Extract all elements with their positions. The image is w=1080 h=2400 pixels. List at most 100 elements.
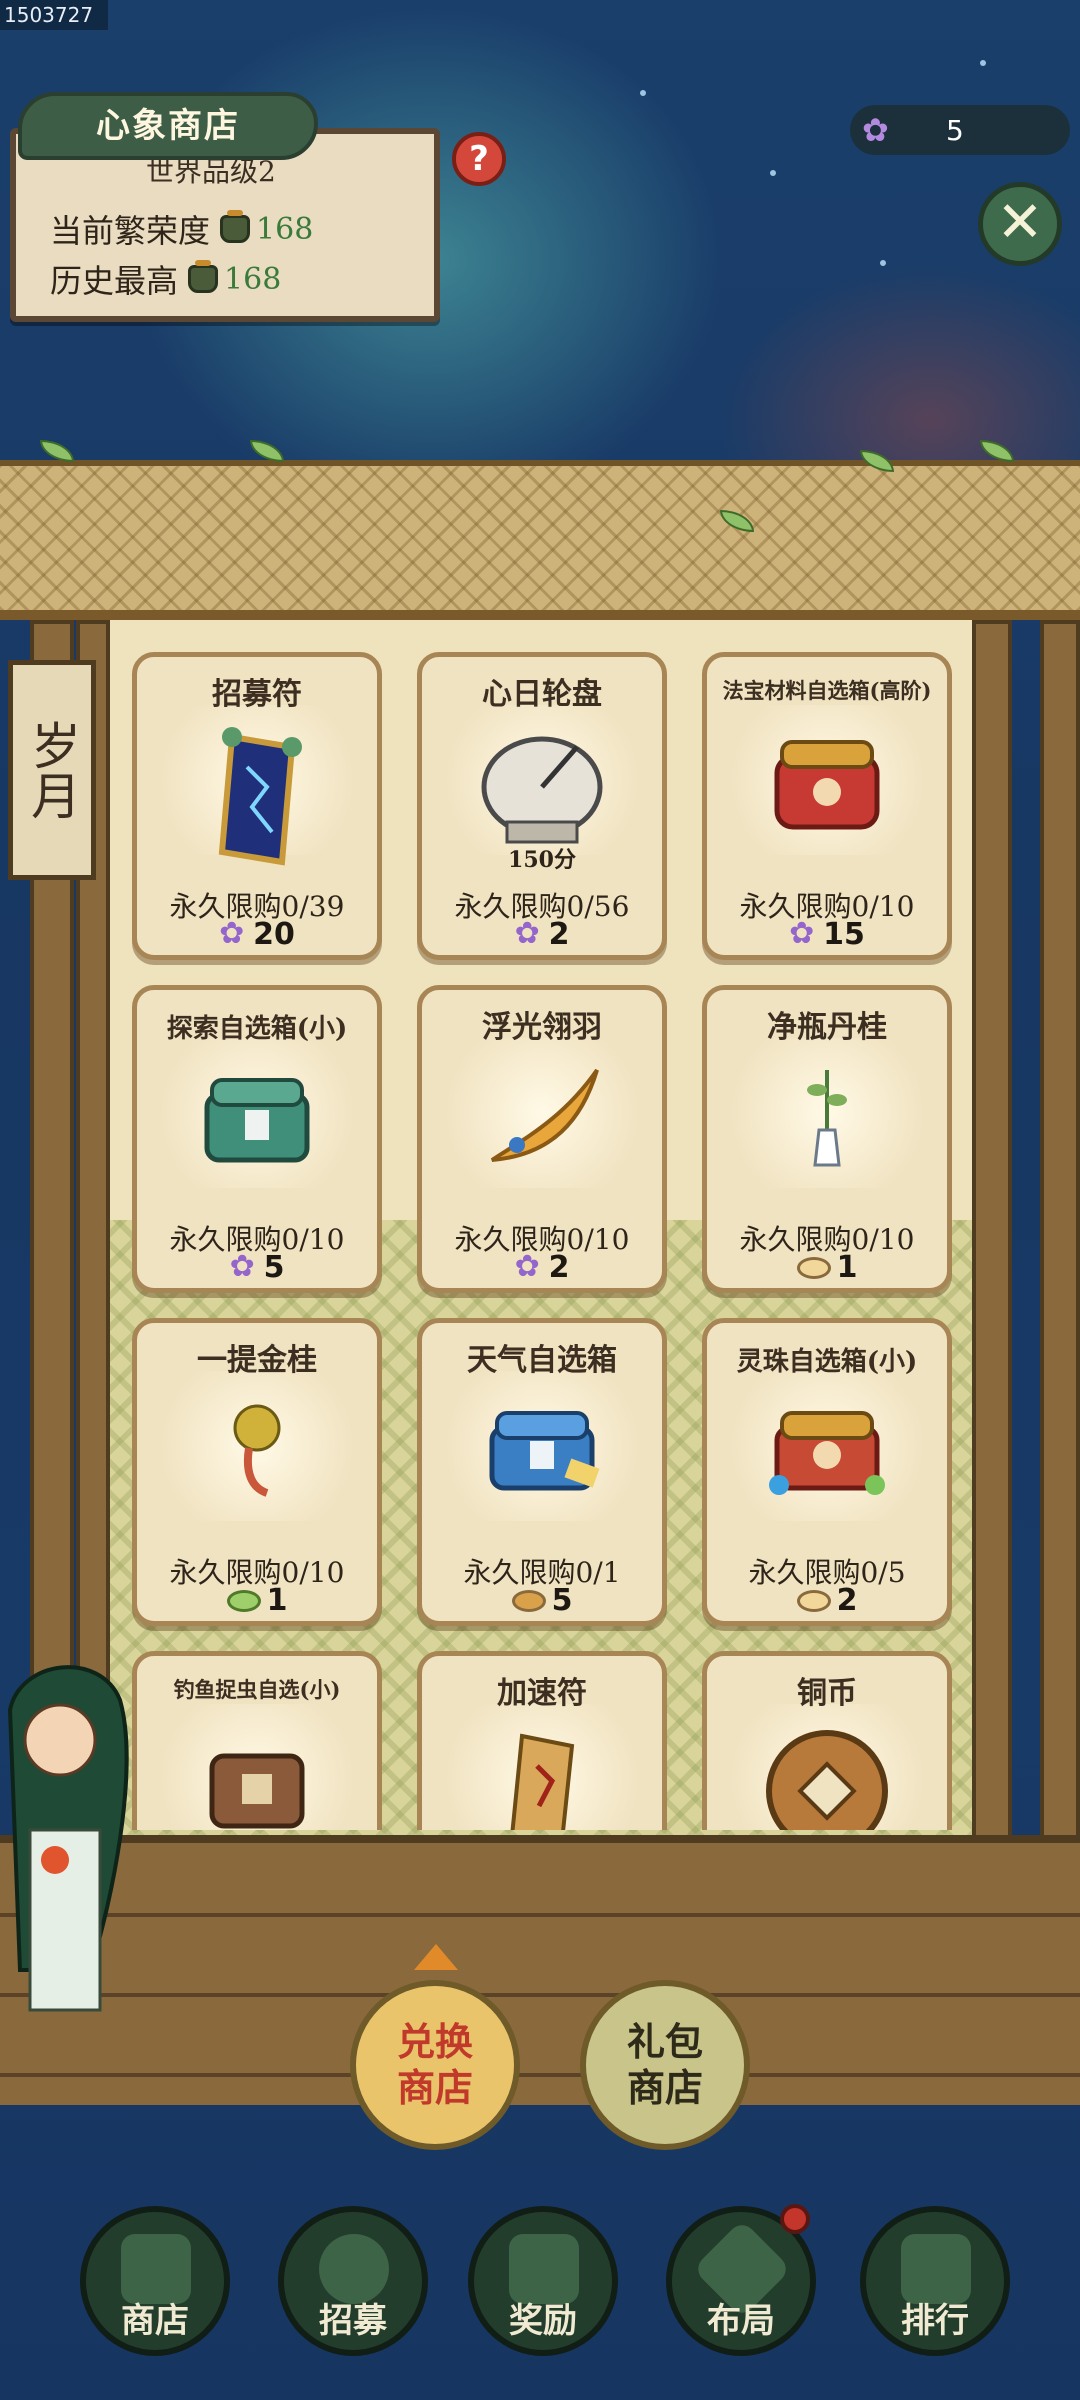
item-name: 灵珠自选箱(小) [736,1347,918,1377]
item-grid[interactable]: 招募符 永久限购0/39 20 心日轮盘 150分 永久限购0/56 2 法宝材… [120,640,960,1830]
golden-osmanthus-icon [233,1404,281,1497]
item-name: 浮光翎羽 [482,1010,602,1045]
shop-item-card[interactable]: 铜币 [702,1651,952,1830]
active-tab-indicator-icon [414,1944,458,1970]
current-prosperity-value: 168 [256,211,314,247]
price-value: 1 [836,1250,858,1285]
item-name: 招募符 [212,677,302,712]
star-decoration [770,170,776,176]
cauldron-icon [188,260,219,293]
currency-amount: 5 [946,113,964,147]
history-prosperity-row: 历史最高 168 [50,256,281,302]
gift-shop-label: 礼包 商店 [627,2019,703,2111]
history-prosperity-label: 历史最高 [50,262,179,300]
lotus-icon [515,916,549,951]
coin-icon [796,1589,831,1612]
lotus-icon [219,916,253,951]
gift-shop-button[interactable]: 礼包 商店 [580,1980,750,2150]
shop-item-card[interactable]: 法宝材料自选箱(高阶) 永久限购0/10 15 [702,652,952,960]
gift-shop-label-line1: 礼包 [626,2019,703,2064]
sundial-score: 150分 [508,847,576,873]
shop-item-card[interactable]: 净瓶丹桂 永久限购0/10 1 [702,985,952,1293]
stall-post-right [972,620,1012,1860]
star-decoration [980,60,986,66]
price-tag: 1 [137,1583,377,1618]
price-value: 2 [836,1583,858,1618]
nav-label: 排行 [901,2301,969,2341]
current-prosperity-label: 当前繁荣度 [50,212,211,250]
weather-chest-icon [489,1411,600,1491]
shop-item-card[interactable]: 灵珠自选箱(小) 永久限购0/5 2 [702,1318,952,1626]
item-name: 加速符 [497,1676,587,1711]
nav-label: 招募 [319,2301,387,2341]
bottom-nav: 商店 招募 奖励 布局 排行 [0,2180,1080,2400]
hanging-banner: 岁月 [8,660,96,880]
item-name: 法宝材料自选箱(高阶) [722,678,932,703]
gift-shop-label-line2: 商店 [626,2065,703,2110]
price-value: 2 [548,917,570,952]
shop-title: 心象商店 [18,92,318,160]
lotus-icon [230,1249,264,1284]
price-value: 5 [263,1250,285,1285]
exchange-shop-label-line1: 兑换 [396,2019,473,2064]
shop-item-card[interactable]: 钓鱼捉虫自选(小) [132,1651,382,1830]
golden-feather-icon [490,1068,599,1162]
star-decoration [880,260,886,266]
price-value: 20 [253,917,295,952]
price-value: 1 [266,1583,288,1618]
shop-item-card[interactable]: 招募符 永久限购0/39 20 [132,652,382,960]
help-button[interactable]: ? [452,132,506,186]
price-tag: 20 [137,916,377,953]
sundial-icon [481,736,603,844]
nav-ranking[interactable]: 排行 [860,2206,1010,2356]
cauldron-icon [220,210,251,243]
price-tag: 2 [422,916,662,953]
price-tag: 1 [707,1250,947,1285]
price-tag: 2 [707,1583,947,1618]
item-name: 心日轮盘 [482,677,602,712]
screen-id: 1503727 [0,0,108,30]
speedup-talisman-icon [510,1733,575,1830]
nav-label: 奖励 [509,2301,577,2341]
shop-item-card[interactable]: 浮光翎羽 永久限购0/10 2 [417,985,667,1293]
price-tag: 15 [707,916,947,953]
shop-item-card[interactable]: 探索自选箱(小) 永久限购0/10 5 [132,985,382,1293]
leaf-coin-icon [226,1589,261,1612]
item-name: 探索自选箱(小) [166,1014,348,1044]
shop-item-card[interactable]: 心日轮盘 150分 永久限购0/56 2 [417,652,667,960]
price-value: 5 [551,1583,573,1618]
item-name: 一提金桂 [197,1343,317,1378]
shop-item-card[interactable]: 加速符 [417,1651,667,1830]
item-name: 钓鱼捉虫自选(小) [173,1677,341,1702]
floor-plank [0,2073,1080,2077]
nav-rewards[interactable]: 奖励 [468,2206,618,2356]
currency-display: 5 [850,105,1070,155]
close-button[interactable]: ✕ [978,182,1062,266]
history-prosperity-value: 168 [224,261,282,297]
copper-coin-icon [766,1730,888,1830]
price-tag: 5 [422,1583,662,1618]
item-name: 净瓶丹桂 [767,1010,887,1045]
orb-chest-icon [769,1411,885,1495]
fishing-chest-icon [209,1753,305,1829]
shop-item-card[interactable]: 一提金桂 永久限购0/10 1 [132,1318,382,1626]
shop-item-card[interactable]: 天气自选箱 永久限购0/1 5 [417,1318,667,1626]
nav-recruit[interactable]: 招募 [278,2206,428,2356]
nav-label: 商店 [121,2301,189,2341]
star-decoration [640,90,646,96]
teal-chest-icon [204,1078,310,1163]
stall-post-right-outer [1040,620,1080,2040]
item-name: 铜币 [797,1676,857,1711]
lotus-icon [515,1249,549,1284]
exchange-shop-button[interactable]: 兑换 商店 [350,1980,520,2150]
stall-floor [0,1835,1080,2105]
price-value: 15 [823,917,865,952]
item-name: 天气自选箱 [467,1343,617,1378]
lotus-icon [789,916,823,951]
cookie-icon [511,1589,546,1612]
exchange-shop-label: 兑换 商店 [397,2019,473,2111]
price-tag: 5 [137,1249,377,1286]
nav-shop[interactable]: 商店 [80,2206,230,2356]
current-prosperity-row: 当前繁荣度 168 [50,206,313,252]
floor-plank [0,1993,1080,1997]
